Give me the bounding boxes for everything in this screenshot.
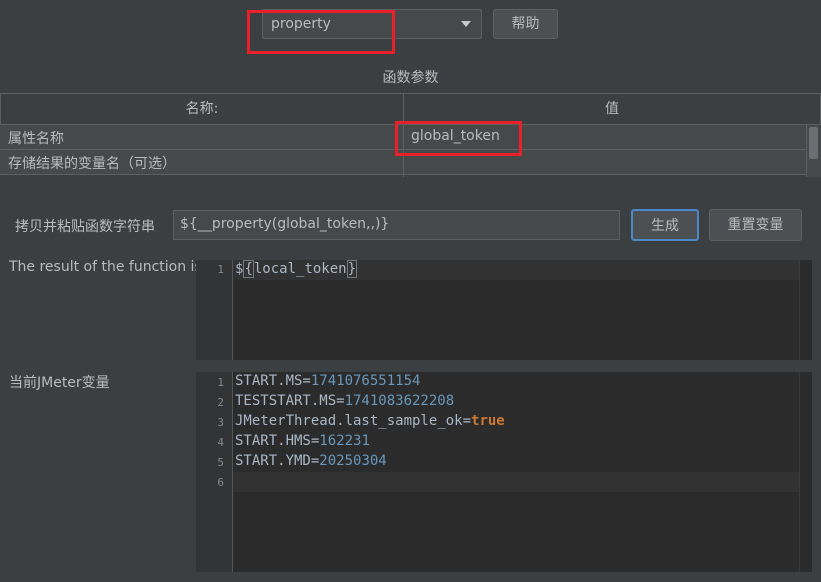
- line-number: 4: [217, 436, 224, 449]
- highlight-box-function: [247, 10, 395, 54]
- copy-paste-label: 拷贝并粘贴函数字符串: [15, 219, 155, 235]
- code-line: START.HMS=162231: [235, 433, 370, 449]
- result-editor[interactable]: 1 ${local_token}: [196, 260, 812, 360]
- param-name-cell: 属性名称: [8, 131, 64, 147]
- chevron-down-icon[interactable]: [461, 21, 471, 27]
- column-header-name[interactable]: 名称:: [0, 93, 404, 125]
- current-line-highlight: [233, 472, 799, 492]
- function-string-field[interactable]: ${__property(global_token,,)}: [173, 210, 620, 240]
- reset-variables-button[interactable]: 重置变量: [709, 209, 802, 241]
- var-key: JMeterThread.last_sample_ok=: [235, 413, 472, 429]
- code-line: ${local_token}: [235, 260, 358, 278]
- var-value: 162231: [319, 433, 370, 449]
- generate-button[interactable]: 生成: [631, 209, 699, 241]
- var-value: 20250304: [319, 453, 387, 469]
- var-key: START.YMD=: [235, 453, 320, 469]
- code-line: START.YMD=20250304: [235, 453, 387, 469]
- jmeter-vars-label: 当前JMeter变量: [9, 375, 110, 391]
- line-number: 1: [217, 263, 224, 276]
- line-number: 2: [217, 396, 224, 409]
- var-key: TESTSTART.MS=: [235, 393, 345, 409]
- code-line: JMeterThread.last_sample_ok=true: [235, 413, 505, 429]
- code-line: TESTSTART.MS=1741083622208: [235, 393, 454, 409]
- params-section-title: 函数参数: [382, 70, 439, 86]
- var-key: START.HMS=: [235, 433, 320, 449]
- jmeter-vars-editor[interactable]: 1 START.MS=1741076551154 2 TESTSTART.MS=…: [196, 372, 812, 572]
- var-value: 1741076551154: [310, 373, 421, 389]
- param-name-cell: 存储结果的变量名（可选）: [8, 156, 176, 172]
- result-label: The result of the function is: [9, 259, 202, 275]
- line-number: 5: [217, 456, 224, 469]
- editor-scrollbar[interactable]: [799, 260, 812, 360]
- table-scrollbar-thumb[interactable]: [809, 127, 818, 159]
- bracket-match: }: [346, 260, 358, 278]
- line-number: 6: [217, 476, 224, 489]
- help-button[interactable]: 帮助: [493, 9, 558, 39]
- editor-scrollbar[interactable]: [799, 372, 812, 572]
- line-number: 1: [217, 376, 224, 389]
- var-value: 1741083622208: [344, 393, 455, 409]
- code-line: START.MS=1741076551154: [235, 373, 420, 389]
- bracket-match: {: [243, 260, 254, 278]
- highlight-box-value: [395, 121, 522, 156]
- var-key: START.MS=: [235, 373, 311, 389]
- line-number: 3: [217, 416, 224, 429]
- var-value: true: [471, 413, 505, 429]
